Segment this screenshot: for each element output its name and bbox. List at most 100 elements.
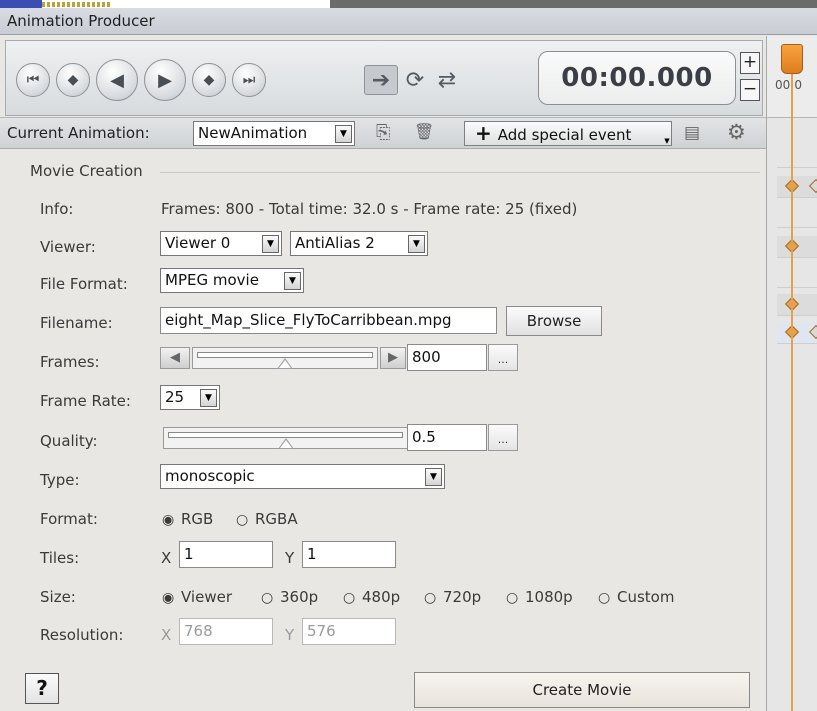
radio-rgba[interactable]: ○ RGBA bbox=[236, 510, 298, 528]
background-window-fragment bbox=[330, 0, 817, 8]
radio-label: 1080p bbox=[525, 588, 573, 606]
viewer-label: Viewer: bbox=[40, 238, 96, 256]
file-format-label: File Format: bbox=[40, 275, 128, 293]
radio-unselected-icon: ○ bbox=[343, 590, 356, 606]
timeline-track[interactable] bbox=[777, 322, 817, 344]
viewer-select[interactable]: Viewer 0 ▼ bbox=[160, 231, 282, 256]
add-special-event-button[interactable]: + Add special event ▼ bbox=[464, 121, 672, 146]
play-once-mode-icon[interactable]: ➔ bbox=[364, 65, 398, 95]
quality-slider[interactable] bbox=[163, 427, 408, 449]
frame-rate-select[interactable]: 25 ▼ bbox=[160, 385, 220, 410]
tiles-y-label: Y bbox=[285, 549, 295, 567]
timeline-track[interactable] bbox=[777, 266, 817, 288]
filename-label: Filename: bbox=[40, 314, 113, 332]
antialias-value: AntiAlias 2 bbox=[295, 234, 375, 252]
time-cursor-handle[interactable] bbox=[781, 44, 803, 74]
file-format-select[interactable]: MPEG movie ▼ bbox=[160, 268, 304, 293]
keyframe-icon[interactable] bbox=[808, 178, 817, 194]
frames-slider[interactable] bbox=[192, 347, 378, 369]
trash-icon[interactable]: 🗑 bbox=[414, 122, 434, 141]
chevron-down-icon: ▼ bbox=[425, 468, 442, 486]
chevron-down-icon: ▼ bbox=[262, 235, 279, 253]
timeline-track[interactable] bbox=[777, 294, 817, 316]
frames-decrease-button[interactable]: ◀ bbox=[160, 347, 190, 369]
antialias-select[interactable]: AntiAlias 2 ▼ bbox=[290, 231, 428, 256]
radio-unselected-icon: ○ bbox=[261, 590, 274, 606]
radio-size-custom[interactable]: ○ Custom bbox=[598, 588, 674, 606]
gear-icon[interactable]: ⚙ bbox=[727, 120, 746, 144]
timeline-track[interactable] bbox=[777, 176, 817, 198]
radio-unselected-icon: ○ bbox=[506, 590, 519, 606]
prev-key-icon[interactable]: ◆ bbox=[56, 63, 90, 97]
type-value: monoscopic bbox=[165, 467, 255, 485]
slider-thumb[interactable] bbox=[277, 358, 293, 369]
res-y-input: 576 bbox=[302, 618, 396, 645]
quality-input[interactable]: 0.5 bbox=[407, 424, 487, 451]
play-forward-icon[interactable]: ▶ bbox=[144, 59, 186, 101]
frames-increase-button[interactable]: ▶ bbox=[380, 347, 406, 369]
background-window-fragment bbox=[42, 2, 112, 7]
tiles-x-input[interactable]: 1 bbox=[179, 541, 273, 568]
browse-button[interactable]: Browse bbox=[506, 306, 602, 336]
new-animation-icon[interactable]: ⎘ bbox=[376, 122, 390, 143]
size-label: Size: bbox=[40, 588, 76, 606]
current-animation-select[interactable]: NewAnimation ▼ bbox=[193, 121, 355, 146]
radio-rgb[interactable]: ◉ RGB bbox=[162, 510, 213, 528]
time-increase-button[interactable]: + bbox=[740, 52, 760, 74]
radio-size-1080p[interactable]: ○ 1080p bbox=[506, 588, 573, 606]
quality-more-button[interactable]: ... bbox=[488, 424, 518, 451]
radio-label: Custom bbox=[617, 588, 675, 606]
radio-unselected-icon: ○ bbox=[236, 512, 249, 528]
frames-input[interactable]: 800 bbox=[407, 344, 487, 371]
pixel-format-label: Format: bbox=[40, 510, 98, 528]
help-button[interactable]: ? bbox=[25, 673, 59, 704]
type-label: Type: bbox=[40, 471, 80, 489]
current-animation-value: NewAnimation bbox=[198, 124, 308, 142]
skip-start-icon[interactable]: ⏮ bbox=[16, 63, 50, 97]
time-cursor-line bbox=[791, 74, 793, 711]
slider-thumb[interactable] bbox=[277, 438, 294, 449]
info-text: Frames: 800 - Total time: 32.0 s - Frame… bbox=[161, 200, 578, 218]
loop-mode-icon[interactable]: ⟳ bbox=[398, 65, 432, 95]
film-strip-icon[interactable]: ▤ bbox=[684, 123, 700, 143]
timeline-track[interactable] bbox=[777, 146, 817, 168]
skip-end-icon[interactable]: ⏭ bbox=[232, 63, 266, 97]
create-movie-button[interactable]: Create Movie bbox=[414, 672, 750, 708]
radio-size-viewer[interactable]: ◉ Viewer bbox=[162, 588, 232, 606]
animation-producer-panel: ⏮ ◆ ◀ ▶ ◆ ⏭ ➔ ⟳ ⇄ 00:00.000 + − Current … bbox=[0, 36, 766, 711]
chevron-down-icon: ▼ bbox=[200, 389, 217, 407]
filename-input[interactable]: eight_Map_Slice_FlyToCarribbean.mpg bbox=[160, 307, 497, 334]
next-key-icon[interactable]: ◆ bbox=[192, 63, 226, 97]
timeline-time-label: 00:0 bbox=[775, 78, 802, 92]
keyframe-icon[interactable] bbox=[808, 324, 817, 340]
timeline-track[interactable] bbox=[777, 236, 817, 258]
type-select[interactable]: monoscopic ▼ bbox=[160, 464, 445, 489]
file-format-value: MPEG movie bbox=[165, 271, 259, 289]
quality-label: Quality: bbox=[40, 432, 98, 450]
chevron-down-icon: ▼ bbox=[284, 272, 301, 290]
current-animation-bar: Current Animation: NewAnimation ▼ ⎘ 🗑 + A… bbox=[0, 117, 766, 149]
radio-unselected-icon: ○ bbox=[598, 590, 611, 606]
radio-selected-icon: ◉ bbox=[162, 512, 175, 528]
section-divider bbox=[160, 172, 760, 173]
frames-more-button[interactable]: ... bbox=[488, 344, 518, 371]
chevron-down-icon: ▼ bbox=[664, 137, 670, 145]
radio-label: 480p bbox=[362, 588, 401, 606]
frame-rate-value: 25 bbox=[165, 388, 185, 406]
time-display[interactable]: 00:00.000 bbox=[538, 51, 736, 105]
radio-label: 360p bbox=[280, 588, 319, 606]
radio-label: RGB bbox=[181, 510, 214, 528]
radio-size-480p[interactable]: ○ 480p bbox=[343, 588, 400, 606]
radio-label: RGBA bbox=[255, 510, 298, 528]
swing-mode-icon[interactable]: ⇄ bbox=[430, 65, 464, 95]
playback-toolbar: ⏮ ◆ ◀ ▶ ◆ ⏭ ➔ ⟳ ⇄ 00:00.000 + − bbox=[5, 40, 763, 116]
tiles-y-input[interactable]: 1 bbox=[302, 541, 396, 568]
timeline-track[interactable] bbox=[777, 206, 817, 228]
background-window-fragment bbox=[0, 0, 42, 8]
radio-unselected-icon: ○ bbox=[424, 590, 437, 606]
radio-size-720p[interactable]: ○ 720p bbox=[424, 588, 481, 606]
movie-creation-group: Movie Creation Info: Frames: 800 - Total… bbox=[5, 150, 763, 658]
time-decrease-button[interactable]: − bbox=[740, 79, 760, 101]
radio-size-360p[interactable]: ○ 360p bbox=[261, 588, 318, 606]
play-backward-icon[interactable]: ◀ bbox=[96, 59, 138, 101]
